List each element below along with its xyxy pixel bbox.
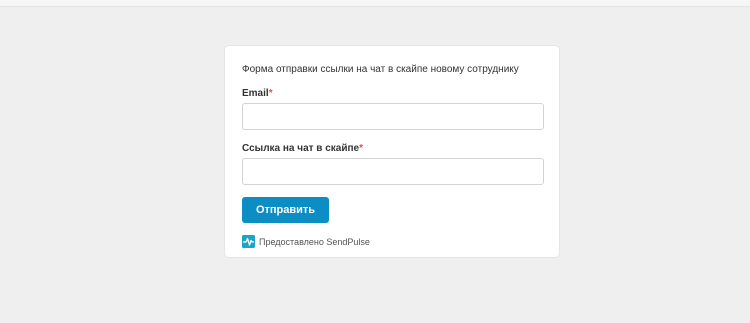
skype-link-label-text: Ссылка на чат в скайпе [242, 143, 360, 154]
top-strip [0, 0, 750, 7]
email-label-text: Email [242, 88, 269, 99]
powered-by-text: Предоставлено SendPulse [259, 236, 370, 247]
email-field[interactable] [242, 103, 544, 130]
subscription-form-card: Форма отправки ссылки на чат в скайпе но… [224, 45, 560, 258]
powered-by-link[interactable]: Предоставлено SendPulse [242, 235, 370, 248]
sendpulse-logo-icon [242, 235, 255, 248]
form-title: Форма отправки ссылки на чат в скайпе но… [242, 64, 519, 75]
skype-link-label: Ссылка на чат в скайпе* [242, 143, 363, 154]
required-marker: * [268, 88, 273, 99]
skype-link-field[interactable] [242, 158, 544, 185]
required-marker: * [359, 143, 364, 154]
submit-button[interactable]: Отправить [242, 197, 329, 223]
email-label: Email* [242, 88, 273, 99]
